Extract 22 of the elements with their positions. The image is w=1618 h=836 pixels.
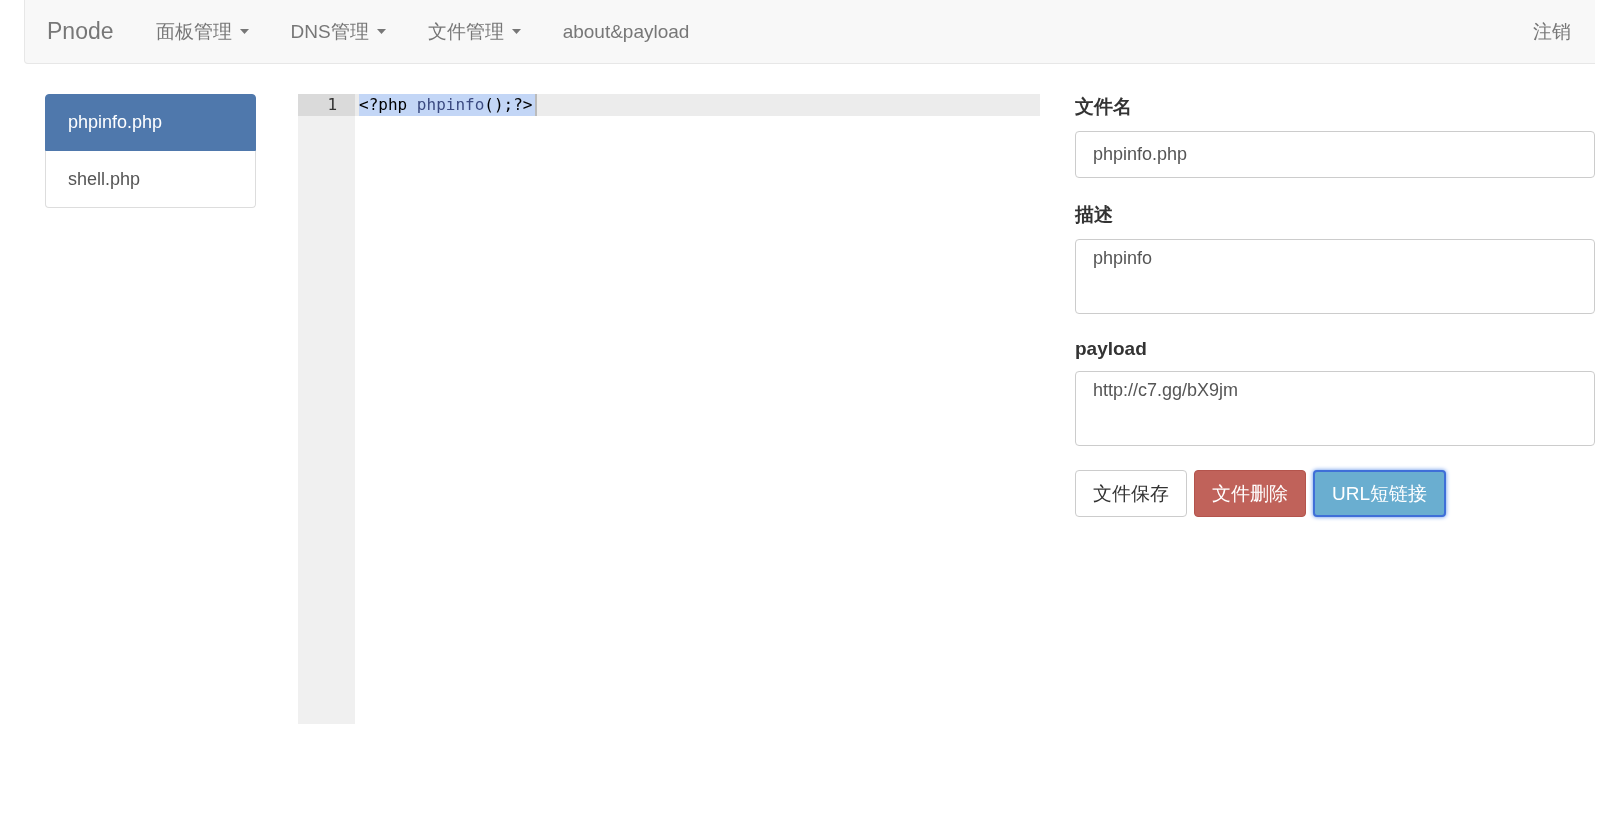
nav-dropdown[interactable]: 面板管理 — [155, 18, 249, 45]
field-label: payload — [1075, 338, 1148, 360]
action-button[interactable]: 文件删除 — [1194, 470, 1306, 517]
action-button[interactable]: URL短链接 — [1313, 470, 1446, 517]
file-list-item[interactable]: shell.php — [45, 151, 257, 208]
text-area[interactable]: phpinfo — [1075, 239, 1595, 314]
field-label: 文件名 — [1075, 95, 1133, 119]
text-area[interactable]: http://c7.gg/bX9jm — [1075, 371, 1595, 446]
logout-link[interactable]: 注销 — [1533, 18, 1571, 45]
file-list-item[interactable]: phpinfo.php — [45, 94, 257, 151]
caret-icon — [239, 29, 249, 34]
code-editor[interactable]: 1 <?php phpinfo();?> — [298, 94, 1040, 724]
caret-icon — [376, 29, 386, 34]
field-label: 描述 — [1075, 203, 1114, 227]
nav-dropdown[interactable]: 文件管理 — [427, 18, 521, 45]
nav-dropdown[interactable]: DNS管理 — [290, 18, 386, 45]
input-field[interactable]: phpinfo.php — [1075, 131, 1595, 178]
brand-link[interactable]: Pnode — [47, 18, 114, 45]
nav-link[interactable]: about&payload — [562, 20, 690, 43]
caret-icon — [511, 29, 521, 34]
action-button[interactable]: 文件保存 — [1075, 470, 1187, 517]
line-number: 1 — [298, 94, 356, 116]
